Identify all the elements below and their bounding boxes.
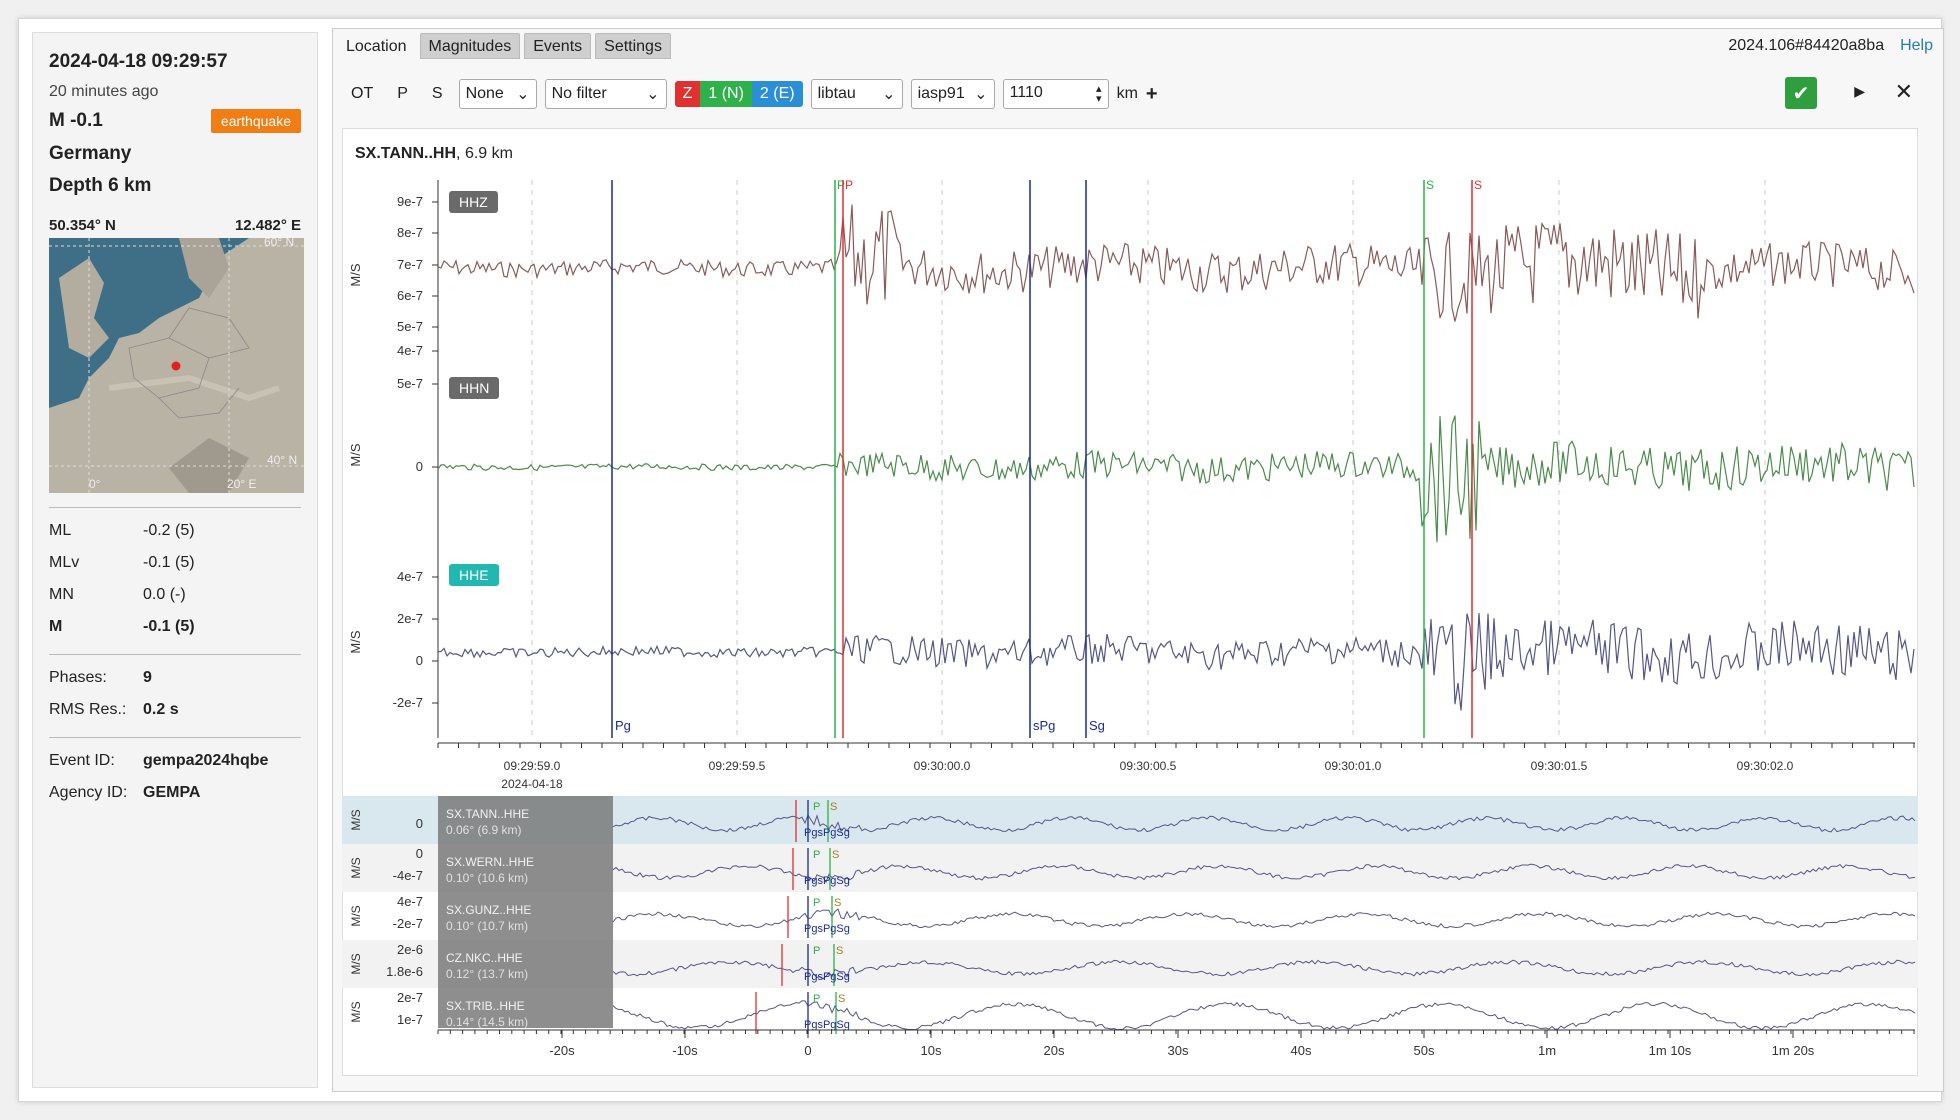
event-marker (171, 361, 181, 371)
play-icon[interactable]: ▶ (1854, 83, 1865, 100)
phases-label: Phases: (49, 669, 107, 686)
rms-label: RMS Res.: (49, 701, 127, 718)
confirm-button[interactable]: ✔ (1785, 77, 1817, 109)
event-id-label: Event ID: (49, 752, 115, 769)
map-label-60n: 60° N (264, 238, 294, 249)
longitude: 12.482° E (234, 217, 301, 234)
channel-chip-hhz[interactable]: HHZ (449, 191, 498, 213)
phases-value: 9 (143, 669, 152, 686)
check-icon: ✔ (1792, 82, 1810, 105)
channel-chip-hhe[interactable]: HHE (449, 564, 499, 586)
event-type-badge: earthquake (210, 109, 301, 133)
tab-settings[interactable]: Settings (595, 33, 671, 59)
channel-z-button[interactable]: Z (674, 81, 701, 107)
rms-value: 0.2 s (143, 701, 179, 718)
version: 2024.106#84420a8ba (1728, 37, 1885, 54)
help-link[interactable]: Help (1900, 37, 1933, 55)
magnitude-row: ML -0.2 (5) (49, 522, 195, 539)
region: Germany (49, 143, 132, 164)
ot-button[interactable]: OT (343, 81, 381, 107)
chevron-down-icon: ⌄ (516, 86, 530, 103)
origin-time: 2024-04-18 09:29:57 (49, 51, 228, 72)
event-summary-panel: 2024-04-18 09:29:57 20 minutes ago M -0.… (32, 32, 318, 1088)
earth-model-select[interactable]: iasp91 ⌄ (910, 79, 995, 109)
picker-toolbar: OT P S None ⌄ No filter ⌄ Z 1 (N) 2 (E) li… (343, 73, 1935, 115)
tab-location[interactable]: Location (337, 33, 416, 59)
chevron-down-icon: ⌄ (974, 86, 988, 103)
event-id: gempa2024hqbe (143, 752, 269, 769)
location-map[interactable]: 60° N 40° N 0° 20° E (49, 238, 304, 493)
add-station-button[interactable]: + (1146, 83, 1158, 106)
distance-unit: km (1116, 85, 1138, 102)
agency-id: GEMPA (143, 784, 201, 801)
map-label-20e: 20° E (227, 477, 256, 491)
p-button[interactable]: P (389, 81, 416, 107)
close-icon[interactable]: ✕ (1895, 79, 1913, 105)
magnitude-row-preferred: M -0.1 (5) (49, 618, 195, 635)
pick-filter-select[interactable]: None ⌄ (458, 79, 537, 109)
stepper-icon[interactable]: ▴ ▾ (1096, 84, 1102, 105)
magnitude-list: ML -0.2 (5) MLv -0.1 (5) MN 0.0 (-) M -0.1 (… (49, 522, 301, 636)
distance-spinbox[interactable]: 1110 ▴ ▾ (1002, 79, 1109, 109)
waveform-area[interactable]: SX.TANN..HH, 6.9 km (342, 128, 1918, 1076)
chevron-down-icon: ⌄ (882, 86, 896, 103)
channel-n-button[interactable]: 1 (N) (700, 81, 752, 107)
filter-select[interactable]: No filter ⌄ (544, 79, 667, 109)
traveltime-model-select[interactable]: libtau ⌄ (810, 79, 903, 109)
chevron-down-icon: ⌄ (646, 86, 660, 103)
tab-magnitudes[interactable]: Magnitudes (419, 33, 521, 59)
map-label-0: 0° (89, 477, 101, 491)
agency-id-label: Agency ID: (49, 784, 128, 801)
magnitude: M -0.1 (49, 110, 103, 131)
tab-events[interactable]: Events (524, 33, 592, 59)
channel-selector: Z 1 (N) 2 (E) (674, 81, 803, 107)
latitude: 50.354° N (49, 217, 116, 234)
depth: Depth 6 km (49, 175, 152, 196)
s-button[interactable]: S (424, 81, 451, 107)
time-ago: 20 minutes ago (49, 83, 159, 100)
magnitude-row: MLv -0.1 (5) (49, 554, 195, 571)
trace-title: SX.TANN..HH, 6.9 km (355, 145, 513, 162)
channel-chip-hhn[interactable]: HHN (449, 377, 500, 399)
magnitude-row: MN 0.0 (-) (49, 586, 186, 603)
map-label-40n: 40° N (267, 453, 297, 467)
channel-e-button[interactable]: 2 (E) (751, 81, 803, 107)
